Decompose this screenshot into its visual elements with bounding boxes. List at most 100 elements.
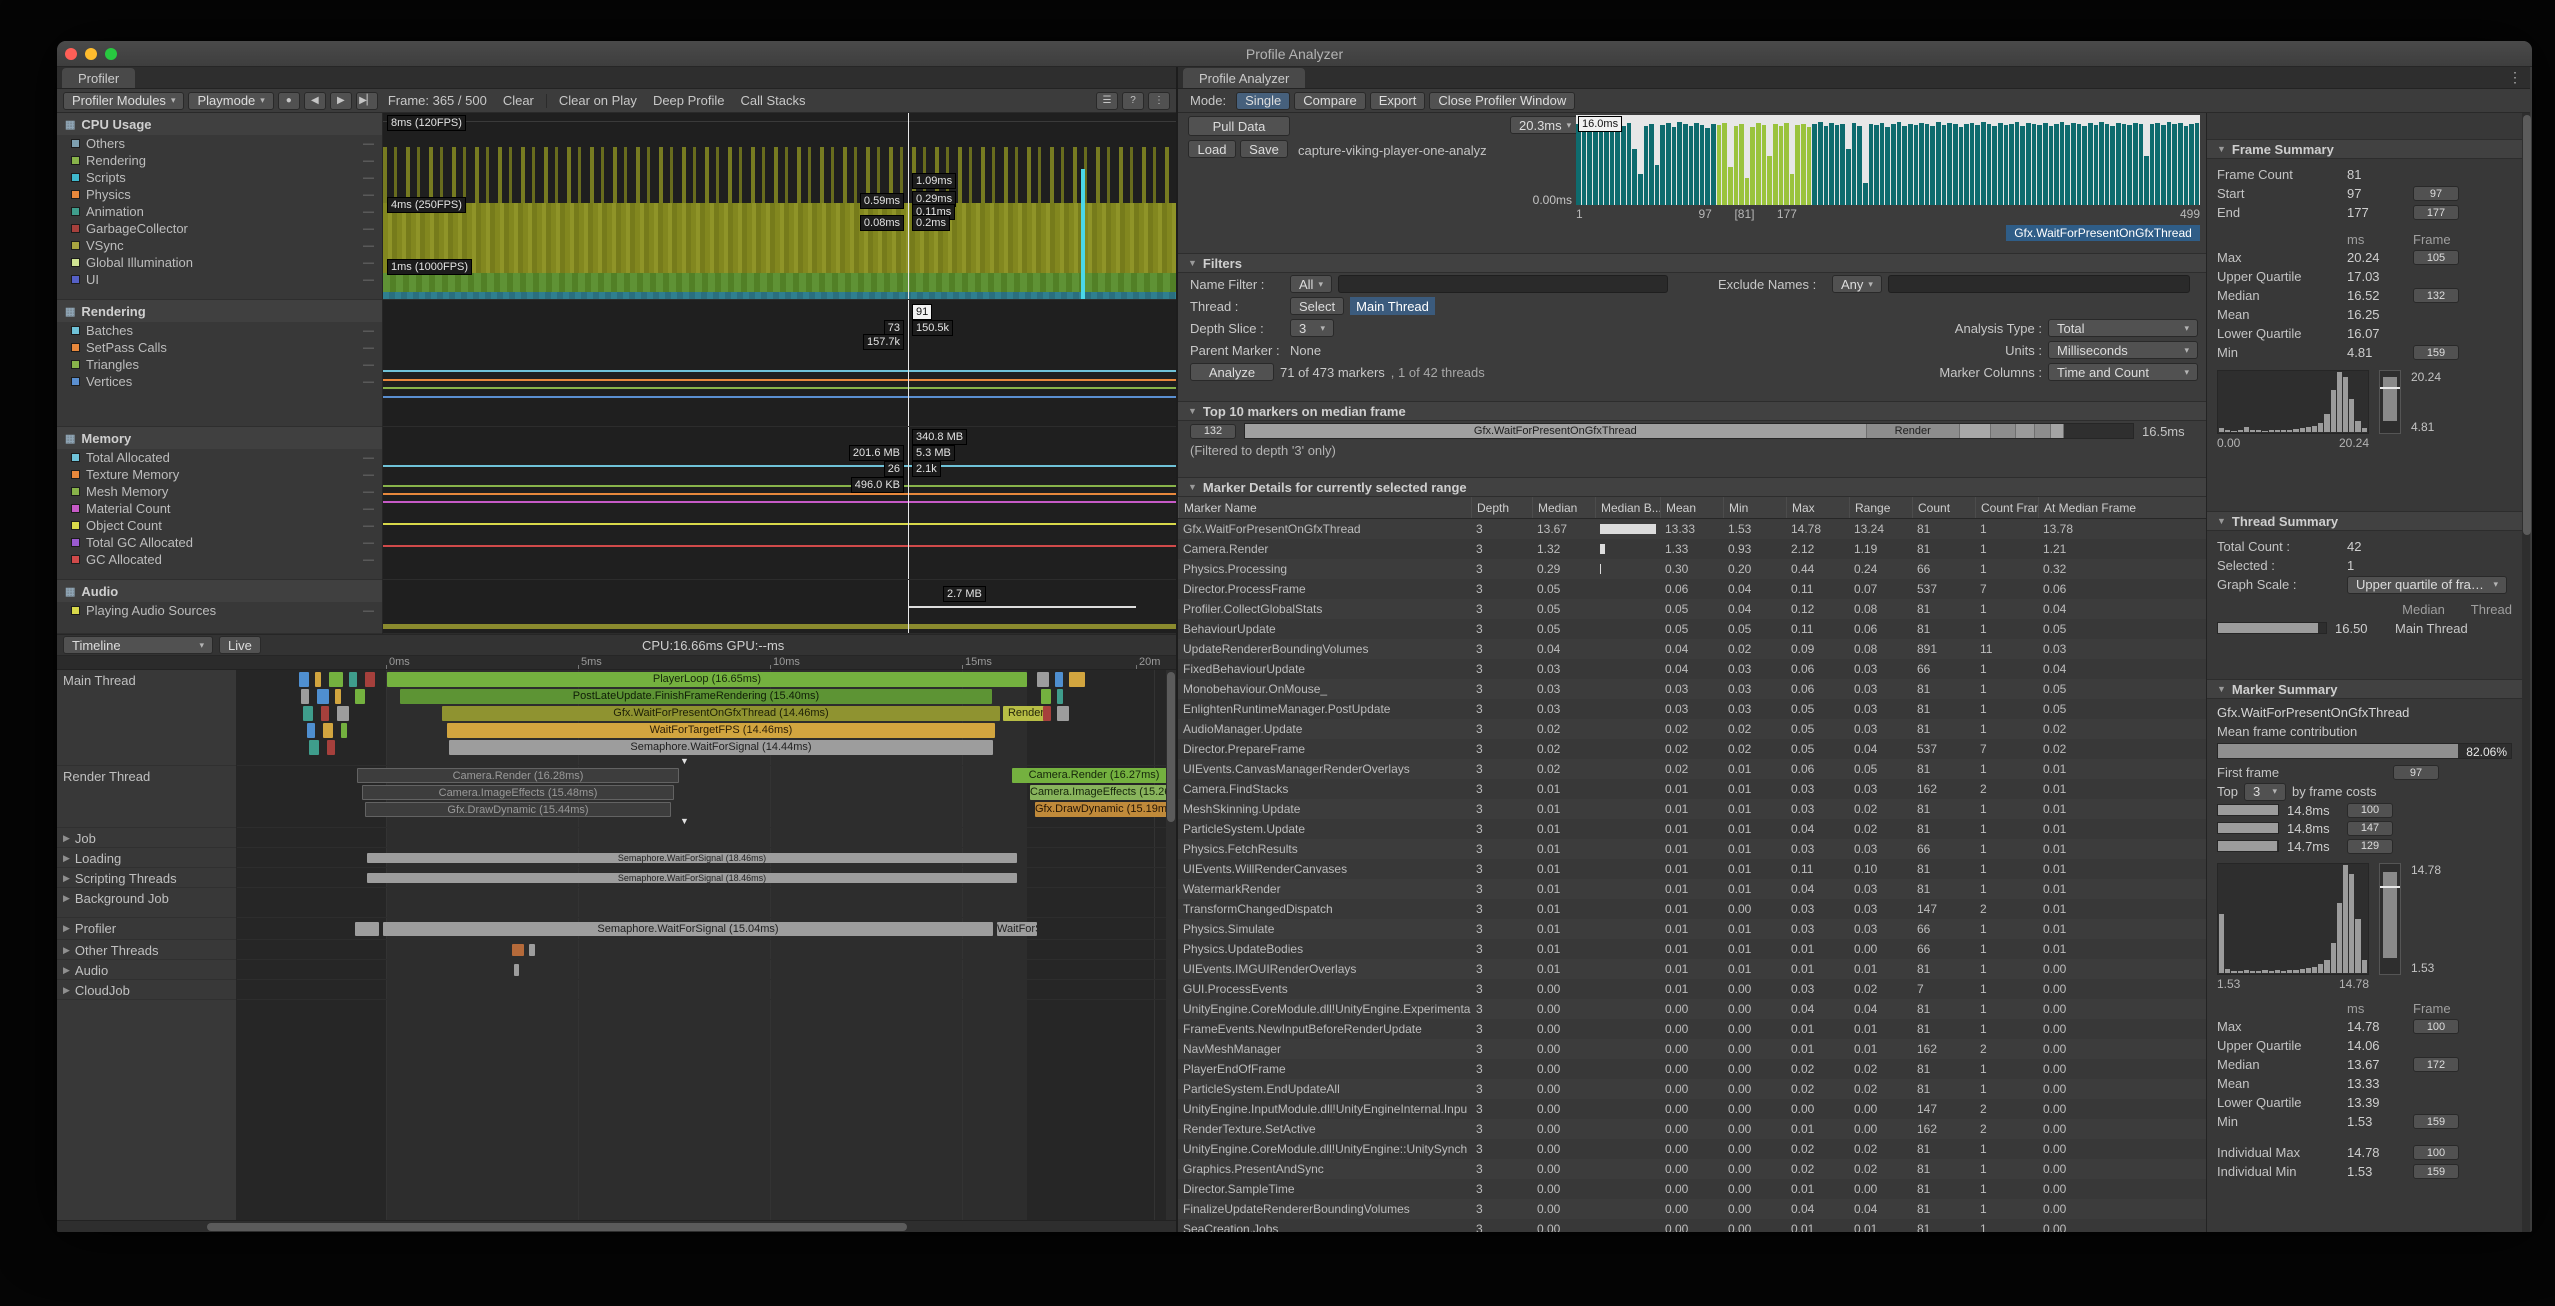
timeline-marker-bar[interactable] — [1037, 672, 1049, 687]
legend-item[interactable]: Rendering— — [57, 152, 382, 169]
thread-graph-scale-dropdown[interactable]: Upper quartile of frame ti▾ — [2347, 576, 2507, 594]
table-row[interactable]: Director.ProcessFrame30.050.060.040.110.… — [1178, 579, 2206, 599]
list-icon[interactable]: ☰ — [1096, 92, 1118, 110]
graph-scale-dropdown[interactable]: 20.3ms▾ — [1510, 116, 1580, 134]
top10-segment[interactable] — [2051, 424, 2063, 438]
frame-button[interactable]: 97 — [2413, 186, 2459, 201]
timeline-marker-bar[interactable]: Camera.ImageEffects (15.48ms) — [362, 785, 674, 800]
timeline-vertical-scrollbar[interactable] — [1166, 670, 1176, 1220]
legend-item[interactable]: GC Allocated— — [57, 551, 382, 568]
frame-button[interactable]: 100 — [2413, 1145, 2459, 1160]
zoom-window-icon[interactable] — [105, 48, 117, 60]
table-row[interactable]: SeaCreation.Jobs30.000.000.000.010.01811… — [1178, 1219, 2206, 1232]
legend-item[interactable]: VSync— — [57, 237, 382, 254]
timeline-marker-bar[interactable] — [1041, 689, 1051, 704]
thread-label-cloudjob[interactable]: ▶CloudJob — [57, 980, 236, 1000]
legend-item[interactable]: Triangles— — [57, 356, 382, 373]
exclude-names-input[interactable] — [1888, 275, 2190, 293]
module-header[interactable]: ▦CPU Usage — [57, 113, 382, 135]
table-row[interactable]: Physics.UpdateBodies30.010.010.010.010.0… — [1178, 939, 2206, 959]
top10-segment[interactable] — [1960, 424, 1991, 438]
legend-item[interactable]: Vertices— — [57, 373, 382, 390]
save-button[interactable]: Save — [1240, 140, 1288, 158]
export-button[interactable]: Export — [1370, 92, 1426, 110]
module-header[interactable]: ▦Audio — [57, 580, 382, 602]
timeline-marker-bar[interactable] — [301, 689, 309, 704]
table-row[interactable]: WatermarkRender30.010.010.010.040.038110… — [1178, 879, 2206, 899]
frame-button[interactable]: 100 — [2413, 1019, 2459, 1034]
timeline-marker-bar[interactable] — [355, 689, 365, 704]
table-row[interactable]: Graphics.PresentAndSync30.000.000.000.02… — [1178, 1159, 2206, 1179]
timeline-marker-bar[interactable]: Semaphore.WaitForSignal (14.44ms) — [449, 740, 993, 755]
timeline-marker-bar[interactable] — [329, 672, 343, 687]
legend-item[interactable]: Mesh Memory— — [57, 483, 382, 500]
close-profiler-window-button[interactable]: Close Profiler Window — [1429, 92, 1575, 110]
legend-item[interactable]: Texture Memory— — [57, 466, 382, 483]
profiler-modules-dropdown[interactable]: Profiler Modules▾ — [63, 92, 184, 110]
timeline-marker-bar[interactable]: Semaphore.WaitForSignal (15.04ms) — [383, 922, 993, 936]
legend-item[interactable]: Material Count— — [57, 500, 382, 517]
table-row[interactable]: Camera.FindStacks30.010.010.010.030.0316… — [1178, 779, 2206, 799]
timeline-marker-bar[interactable] — [355, 922, 379, 936]
rendering-chart[interactable]: 9173150.5k157.7k — [383, 300, 1176, 427]
frame-button[interactable]: 177 — [2413, 205, 2459, 220]
frame-button[interactable]: 172 — [2413, 1057, 2459, 1072]
timeline-marker-bar[interactable]: WaitForTargetFPS (14.46ms) — [447, 723, 995, 738]
legend-item[interactable]: Batches— — [57, 322, 382, 339]
thread-label-profiler[interactable]: ▶Profiler — [57, 918, 236, 940]
timeline-marker-bar[interactable]: PlayerLoop (16.65ms) — [387, 672, 1027, 687]
timeline-marker-bar[interactable]: WaitForSi — [997, 922, 1037, 936]
clear-on-play-toggle[interactable]: Clear on Play — [553, 93, 643, 108]
timeline-marker-bar[interactable] — [365, 672, 375, 687]
tab-profiler[interactable]: Profiler — [62, 68, 135, 88]
legend-item[interactable]: Others— — [57, 135, 382, 152]
current-frame-icon[interactable]: ▶▏ — [356, 92, 378, 110]
table-row[interactable]: Physics.FetchResults30.010.010.010.030.0… — [1178, 839, 2206, 859]
timeline-marker-bar[interactable] — [1069, 672, 1085, 687]
exclude-names-dropdown[interactable]: Any▾ — [1832, 275, 1882, 293]
frame-button[interactable]: 159 — [2413, 1164, 2459, 1179]
table-row[interactable]: Gfx.WaitForPresentOnGfxThread313.6713.33… — [1178, 519, 2206, 539]
timeline-marker-bar[interactable] — [341, 723, 347, 738]
playmode-dropdown[interactable]: Playmode▾ — [188, 92, 273, 110]
timeline-marker-bar[interactable] — [327, 740, 335, 755]
marker-table-header[interactable]: Marker NameDepthMedianMedian B...MeanMin… — [1178, 497, 2206, 519]
table-row[interactable]: PlayerEndOfFrame30.000.000.000.020.02811… — [1178, 1059, 2206, 1079]
frame-time-bars[interactable] — [1576, 115, 2200, 205]
frame-summary-header[interactable]: ▼Frame Summary — [2207, 139, 2522, 159]
table-row[interactable]: BehaviourUpdate30.050.050.050.110.068110… — [1178, 619, 2206, 639]
timeline-marker-bar[interactable]: Gfx.DrawDynamic (15.44ms) — [365, 802, 671, 817]
timeline-marker-bar[interactable] — [1057, 689, 1063, 704]
timeline-marker-bar[interactable]: Semaphore.WaitForSignal (18.46ms) — [367, 853, 1017, 863]
timeline-marker-bar[interactable] — [1057, 706, 1069, 721]
timeline-marker-bar[interactable] — [321, 706, 329, 721]
mode-compare-button[interactable]: Compare — [1294, 92, 1365, 110]
cpu-usage-chart[interactable]: 8ms (120FPS)4ms (250FPS)1ms (1000FPS)0.5… — [383, 113, 1176, 300]
record-icon[interactable]: ● — [278, 92, 300, 110]
column-header[interactable]: Marker Name — [1178, 497, 1471, 518]
legend-item[interactable]: Object Count— — [57, 517, 382, 534]
thread-label-background-job[interactable]: ▶Background Job — [57, 888, 236, 918]
timeline-view-dropdown[interactable]: Timeline▾ — [63, 636, 213, 654]
table-row[interactable]: FinalizeUpdateRendererBoundingVolumes30.… — [1178, 1199, 2206, 1219]
column-header[interactable]: At Median Frame — [2038, 497, 2206, 518]
table-row[interactable]: UnityEngine.InputModule.dll!UnityEngineI… — [1178, 1099, 2206, 1119]
timeline-marker-bar[interactable] — [512, 944, 524, 956]
table-row[interactable]: GUI.ProcessEvents30.000.010.000.030.0271… — [1178, 979, 2206, 999]
timeline-marker-bar[interactable]: PostLateUpdate.FinishFrameRendering (15.… — [400, 689, 992, 704]
top10-segment[interactable] — [2016, 424, 2036, 438]
timeline-marker-bar[interactable] — [323, 723, 333, 738]
legend-item[interactable]: GarbageCollector— — [57, 220, 382, 237]
help-icon[interactable]: ? — [1122, 92, 1144, 110]
top-n-dropdown[interactable]: 3▾ — [2244, 783, 2286, 801]
column-header[interactable]: Max — [1786, 497, 1849, 518]
top10-segment[interactable] — [1991, 424, 2016, 438]
timeline-marker-bar[interactable] — [309, 740, 319, 755]
timeline-marker-bar[interactable] — [529, 944, 535, 956]
prev-frame-icon[interactable]: ◀ — [304, 92, 326, 110]
timeline-marker-bar[interactable] — [303, 706, 313, 721]
column-header[interactable]: Median — [1532, 497, 1595, 518]
top10-segment[interactable]: Render — [1867, 424, 1960, 438]
table-row[interactable]: UIEvents.IMGUIRenderOverlays30.010.010.0… — [1178, 959, 2206, 979]
timeline-marker-bar[interactable]: Gfx.WaitForPresentOnGfxThread (14.46ms) — [442, 706, 1000, 721]
